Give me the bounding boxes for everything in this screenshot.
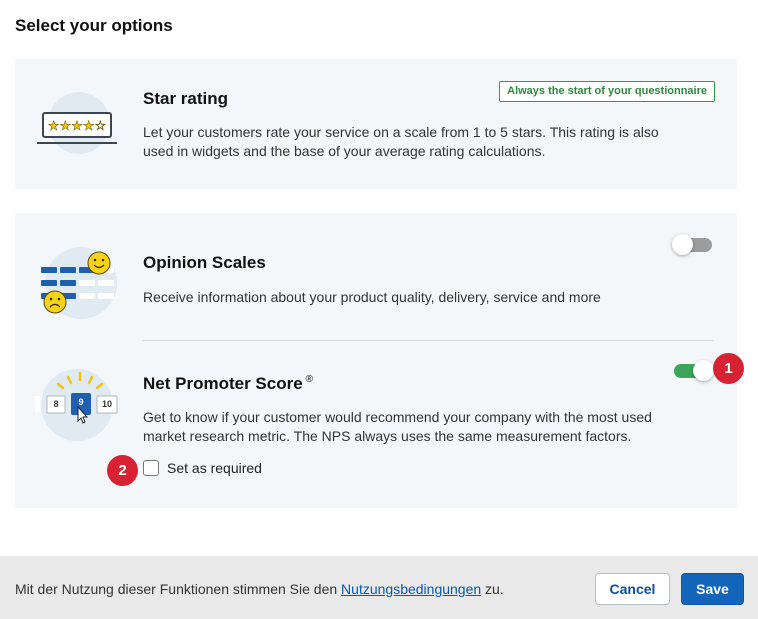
nps-scale-10: 10: [101, 399, 112, 409]
footer-bar: Mit der Nutzung dieser Funktionen stimme…: [0, 556, 758, 619]
set-required-label: Set as required: [167, 460, 262, 476]
callout-badge-1: 1: [713, 353, 744, 384]
nps-scale-icon: 8 9 10: [35, 367, 121, 448]
set-required-checkbox[interactable]: [143, 460, 159, 476]
nps-title-text: Net Promoter Score: [143, 374, 303, 393]
save-button[interactable]: Save: [681, 573, 744, 605]
cancel-button[interactable]: Cancel: [595, 573, 670, 605]
star-rating-description: Let your customers rate your service on …: [143, 124, 659, 159]
opinion-scales-icon: [39, 245, 119, 326]
terms-text-before: Mit der Nutzung dieser Funktionen stimme…: [15, 581, 342, 597]
opinion-scales-title: Opinion Scales: [143, 253, 266, 272]
star-rating-card: ★★★★☆ Star rating Always the start of yo…: [15, 59, 737, 189]
terms-notice: Mit der Nutzung dieser Funktionen stimme…: [15, 581, 504, 597]
always-first-badge: Always the start of your questionnaire: [499, 81, 715, 102]
nps-scale-9: 9: [78, 397, 84, 407]
star-rating-title: Star rating: [143, 89, 229, 108]
toggle-knob: [672, 234, 693, 255]
opinion-scales-toggle[interactable]: [672, 234, 712, 255]
svg-text:★★★★☆: ★★★★☆: [48, 119, 106, 134]
terms-text-after: zu.: [481, 581, 504, 597]
nps-title: Net Promoter Score ®: [143, 374, 313, 394]
section-divider: [143, 340, 713, 341]
trademark-symbol: ®: [305, 374, 314, 386]
toggle-knob: [693, 360, 714, 381]
page-title: Select your options: [15, 16, 173, 35]
callout-badge-2: 2: [107, 455, 138, 486]
nps-toggle[interactable]: [674, 360, 714, 381]
star-rating-laptop-icon: ★★★★☆: [35, 91, 119, 160]
set-required-row[interactable]: Set as required: [143, 460, 262, 476]
nps-description: Get to know if your customer would recom…: [143, 409, 652, 444]
opinion-scales-description: Receive information about your product q…: [143, 289, 601, 305]
terms-link[interactable]: Nutzungsbedingungen: [341, 581, 481, 597]
nps-scale-8: 8: [53, 399, 59, 409]
